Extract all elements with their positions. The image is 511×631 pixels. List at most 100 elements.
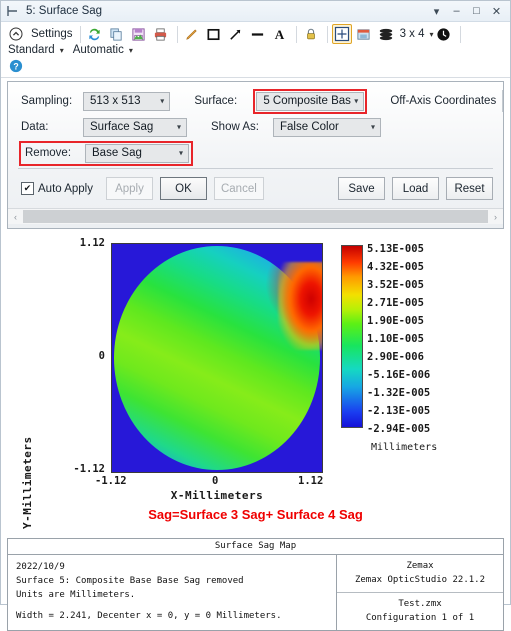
save-image-icon[interactable] [129,24,149,44]
scroll-left-icon[interactable]: ‹ [8,212,23,222]
sampling-select[interactable]: 513 x 513 ▾ [83,91,171,111]
surface-sag-plot: Y-Millimeters 1.12 0 -1.12 -1.12 0 1.12 … [7,229,504,536]
maximize-icon[interactable]: □ [471,5,482,17]
checkbox-mark: ✔ [21,182,34,195]
footer-line: Surface 5: Composite Base Base Sag remov… [16,575,244,586]
image-export-icon[interactable] [354,24,374,44]
style-menu[interactable]: Standard [6,44,57,56]
arrow-icon[interactable] [226,24,246,44]
settings-fields: Sampling: 513 x 513 ▾ Surface: 5 Composi… [8,82,503,228]
data-select[interactable]: Surface Sag ▾ [83,117,187,137]
footer-details: 2022/10/9 Surface 5: Composite Base Base… [8,555,337,630]
settings-panel: Sampling: 513 x 513 ▾ Surface: 5 Composi… [7,81,504,229]
line-icon[interactable] [248,24,268,44]
minimize-icon[interactable]: – [451,5,462,17]
off-axis-coordinates-label[interactable]: Off-Axis Coordinates [390,95,496,107]
x-tick: 1.12 [298,475,324,487]
print-icon[interactable] [151,24,171,44]
layers-icon[interactable] [376,24,396,44]
surface-group: Surface: 5 Composite Bas ▾ [194,88,368,114]
dropdown-icon[interactable]: ▾ [431,6,442,18]
report-footer: Surface Sag Map 2022/10/9 Surface 5: Com… [7,538,504,631]
cancel-button[interactable]: Cancel [213,177,264,200]
vendor-name: Zemax [406,561,434,571]
footer-line: Units are Millimeters. [16,589,136,600]
panel-divider [502,90,503,112]
colorbar-tick: 2.90E-006 [367,351,424,363]
footer-body: 2022/10/9 Surface 5: Composite Base Base… [8,555,503,630]
chevron-down-icon[interactable]: ▾ [60,46,64,55]
reset-button[interactable]: Reset [446,177,493,200]
clock-icon[interactable] [434,24,454,44]
x-tick: -1.12 [95,475,127,487]
settings-row-3: Remove: Base Sag ▾ [8,140,503,166]
scroll-thumb[interactable] [23,210,488,223]
surface-label: Surface: [194,95,238,107]
show-as-select[interactable]: False Color ▾ [273,117,381,137]
crosshair-icon[interactable] [331,24,352,44]
chevron-down-icon: ▾ [176,122,181,132]
settings-buttons: ✔ Auto Apply Apply OK Cancel Save Load R… [8,169,503,208]
scroll-right-icon[interactable]: › [488,212,503,222]
footer-spacer [16,603,336,610]
plot-annotation: Sag=Surface 3 Sag+ Surface 4 Sag [148,507,363,522]
footer-vendor-cell: Zemax Zemax OpticStudio 22.1.2 [337,555,503,592]
save-button[interactable]: Save [338,177,385,200]
window-title: 5: Surface Sag [26,5,103,17]
rectangle-icon[interactable] [204,24,224,44]
surface-select[interactable]: 5 Composite Bas ▾ [253,88,368,114]
auto-apply-label: Auto Apply [38,182,93,195]
window-controls: ▾ – □ ✕ [431,5,506,18]
apply-button[interactable]: Apply [105,177,153,200]
copy-icon[interactable] [107,24,127,44]
vendor-version: Zemax OpticStudio 22.1.2 [354,574,486,585]
settings-row-1: Sampling: 513 x 513 ▾ Surface: 5 Composi… [8,88,503,114]
pencil-icon[interactable] [182,24,202,44]
colorbar-tick: -5.16E-006 [367,369,431,381]
colorbar-tick: 3.52E-005 [367,279,424,291]
refresh-icon[interactable] [85,24,105,44]
footer-title: Surface Sag Map [8,539,503,555]
remove-select[interactable]: Base Sag ▾ [85,143,189,163]
colorbar-tick: -1.32E-005 [367,387,431,399]
toolbar-separator [459,25,461,43]
toolbar-separator [326,25,328,43]
sampling-value: 513 x 513 [90,95,141,107]
surface-sag-window: 5: Surface Sag ▾ – □ ✕ Settings A 3 x 4 … [0,0,511,631]
y-axis-ticks: 1.12 0 -1.12 [61,229,105,536]
footer-file-cell: Test.zmx Configuration 1 of 1 [337,592,503,630]
chevron-down-icon[interactable]: ▾ [129,46,133,55]
help-icon[interactable]: ? [6,56,26,76]
colorbar-tick: 4.32E-005 [367,261,424,273]
scale-menu[interactable]: Automatic [71,44,126,56]
colorbar-units: Millimeters [371,442,438,453]
colorbar-gradient [341,245,363,428]
colorbar: 5.13E-005 4.32E-005 3.52E-005 2.71E-005 … [341,243,437,453]
load-button[interactable]: Load [392,177,439,200]
chevron-down-icon: ▾ [160,96,165,106]
close-icon[interactable]: ✕ [491,6,502,18]
title-bar: 5: Surface Sag ▾ – □ ✕ [1,1,510,22]
x-axis-label: X-Millimeters [170,489,264,502]
surface-value: 5 Composite Bas [263,95,351,107]
toolbar-separator [295,25,297,43]
grid-size-menu[interactable]: 3 x 4 [398,28,427,40]
ok-button[interactable]: OK [159,177,207,200]
colorbar-tick: -2.13E-005 [367,405,431,417]
settings-label[interactable]: Settings [28,28,76,40]
settings-chevron-icon[interactable] [6,24,26,44]
x-tick: 0 [212,475,219,487]
chevron-down-icon: ▾ [354,96,359,106]
toolbar-separator [79,25,81,43]
settings-horizontal-scrollbar[interactable]: ‹ › [8,208,503,224]
false-color-map [111,243,323,473]
text-icon[interactable]: A [270,24,290,44]
toolbar-separator [176,25,178,43]
colorbar-tick: 1.10E-005 [367,333,424,345]
y-tick: -1.12 [73,463,105,475]
lock-icon[interactable] [301,24,321,44]
configuration: Configuration 1 of 1 [365,612,475,623]
remove-value: Base Sag [92,147,142,159]
data-value: Surface Sag [90,121,154,133]
auto-apply-checkbox[interactable]: ✔ Auto Apply [21,182,93,195]
